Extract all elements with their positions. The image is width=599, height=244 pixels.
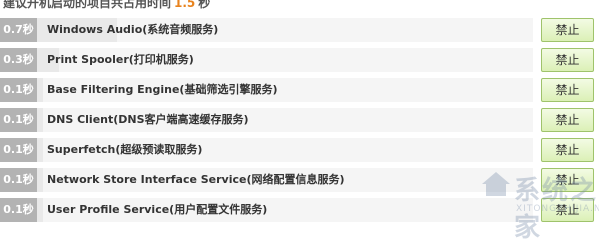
disable-button[interactable]: 禁止 [541,48,594,72]
startup-item: 0.1秒 DNS Client(DNS客户端高速缓存服务) 禁止 [0,108,599,132]
disable-button[interactable]: 禁止 [541,78,594,102]
time-badge: 0.3秒 [0,48,37,72]
startup-item-bar: 0.1秒 Superfetch(超级预读取服务) [0,138,533,162]
startup-item: 0.1秒 Base Filtering Engine(基础筛选引擎服务) 禁止 [0,78,599,102]
summary-label: 建议开机启动的项目共占用时间 [3,0,172,10]
startup-item-bar: 0.3秒 Print Spooler(打印机服务) [0,48,533,72]
summary-time-unit: 秒 [198,0,211,10]
service-name: Print Spooler(打印机服务) [47,53,194,66]
startup-summary: 建议开机启动的项目共占用时间 1.5 秒 [3,0,210,13]
time-badge: 0.1秒 [0,198,37,222]
service-name: Superfetch(超级预读取服务) [47,143,203,156]
service-name: Base Filtering Engine(基础筛选引擎服务) [47,83,278,96]
service-name: Windows Audio(系统音频服务) [47,23,219,36]
startup-item-bar: 0.7秒 Windows Audio(系统音频服务) [0,18,533,42]
disable-button[interactable]: 禁止 [541,138,594,162]
disable-button[interactable]: 禁止 [541,18,594,42]
service-name: DNS Client(DNS客户端高速缓存服务) [47,113,249,126]
time-badge: 0.1秒 [0,138,37,162]
startup-item: 0.7秒 Windows Audio(系统音频服务) 禁止 [0,18,599,42]
watermark-logo: 系统之家 XITONGZHIJIA.NET [480,160,599,243]
summary-time-value: 1.5 [174,0,196,10]
time-badge: 0.1秒 [0,108,37,132]
time-badge: 0.1秒 [0,78,37,102]
startup-item-bar: 0.1秒 Base Filtering Engine(基础筛选引擎服务) [0,78,533,102]
startup-item-bar: 0.1秒 User Profile Service(用户配置文件服务) [0,198,533,222]
service-name: Network Store Interface Service(网络配置信息服务… [47,173,345,186]
startup-item: 0.1秒 Superfetch(超级预读取服务) 禁止 [0,138,599,162]
startup-item-bar: 0.1秒 Network Store Interface Service(网络配… [0,168,533,192]
time-badge: 0.1秒 [0,168,37,192]
service-name: User Profile Service(用户配置文件服务) [47,203,268,216]
watermark-url: XITONGZHIJIA.NET [516,204,599,214]
time-badge: 0.7秒 [0,18,37,42]
startup-item-bar: 0.1秒 DNS Client(DNS客户端高速缓存服务) [0,108,533,132]
disable-button[interactable]: 禁止 [541,108,594,132]
startup-item: 0.3秒 Print Spooler(打印机服务) 禁止 [0,48,599,72]
house-logo-icon [482,172,510,196]
